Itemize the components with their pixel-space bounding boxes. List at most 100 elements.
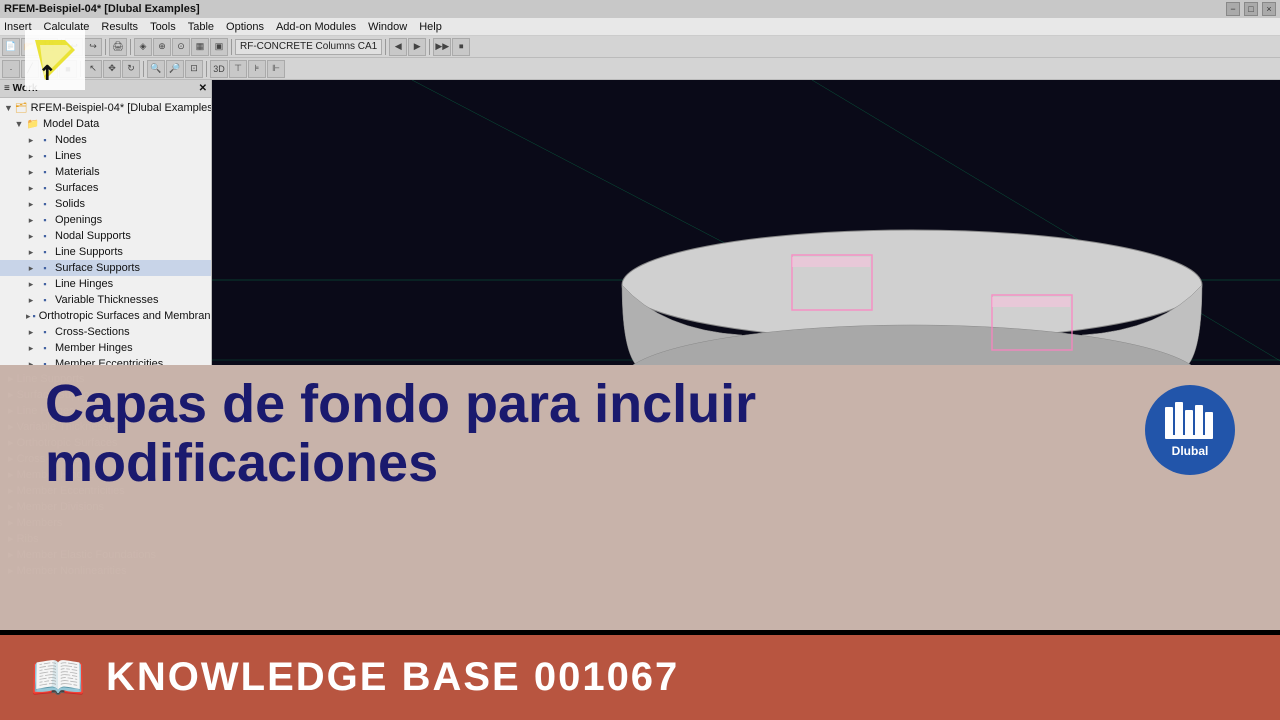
tree-root[interactable]: ▼ 🗂 RFEM-Beispiel-04* [Dlubal Examples] — [0, 100, 211, 116]
tb-btn-e[interactable]: ▣ — [210, 38, 228, 56]
arrow-overlay: ↗ — [25, 30, 85, 90]
tb2-zoom-fit[interactable]: ⊡ — [185, 60, 203, 78]
icon-mem-hinges: ▪ — [38, 341, 52, 355]
tree-solids-label: Solids — [55, 198, 85, 210]
icon-nodal-supports: ▪ — [38, 229, 52, 243]
tb-run[interactable]: ▶▶ — [433, 38, 451, 56]
icon-openings: ▪ — [38, 213, 52, 227]
tree-var-thick-label: Variable Thicknesses — [55, 294, 159, 306]
tree-mem-eccentricities[interactable]: ▸ ▪ Member Eccentricities — [0, 356, 211, 365]
tb-btn-b[interactable]: ⊕ — [153, 38, 171, 56]
bottom-bar: 📖 KNOWLEDGE BASE 001067 — [0, 635, 1280, 720]
tree-nodes-label: Nodes — [55, 134, 87, 146]
tb2-move[interactable]: ✥ — [103, 60, 121, 78]
tb2-view-front[interactable]: ⊧ — [248, 60, 266, 78]
tb-new[interactable]: 📄 — [2, 38, 20, 56]
close-button[interactable]: × — [1262, 2, 1276, 16]
tree-surface-supports[interactable]: ▸ ▪ Surface Supports — [0, 260, 211, 276]
tree-variable-thicknesses[interactable]: ▸ ▪ Variable Thicknesses — [0, 292, 211, 308]
expand-line-supports: ▸ — [26, 247, 36, 257]
tb-btn-a[interactable]: ◈ — [134, 38, 152, 56]
heading-line2: modificaciones — [45, 433, 438, 493]
expand-cross: ▸ — [26, 327, 36, 337]
tree-surfaces[interactable]: ▸ ▪ Surfaces — [0, 180, 211, 196]
expand-nodal-supports: ▸ — [26, 231, 36, 241]
expand-nodes: ▸ — [26, 135, 36, 145]
panel-close-button[interactable]: ✕ — [199, 83, 207, 94]
menu-results[interactable]: Results — [101, 21, 138, 33]
tree-content: ▼ 🗂 RFEM-Beispiel-04* [Dlubal Examples] … — [0, 98, 211, 365]
expand-var-thick: ▸ — [26, 295, 36, 305]
expand-root: ▼ — [4, 103, 13, 113]
menu-tools[interactable]: Tools — [150, 21, 176, 33]
tree-cross-label: Cross-Sections — [55, 326, 130, 338]
tb-sep-4 — [231, 39, 232, 55]
tree-nodes[interactable]: ▸ ▪ Nodes — [0, 132, 211, 148]
tree-line-hinges-label: Line Hinges — [55, 278, 113, 290]
tb-next[interactable]: ▶ — [408, 38, 426, 56]
tb-btn-d[interactable]: ▦ — [191, 38, 209, 56]
tb2-view-top[interactable]: ⊤ — [229, 60, 247, 78]
tb-prev[interactable]: ◀ — [389, 38, 407, 56]
menu-help[interactable]: Help — [419, 21, 442, 33]
minimize-button[interactable]: − — [1226, 2, 1240, 16]
tree-openings[interactable]: ▸ ▪ Openings — [0, 212, 211, 228]
tb-btn-c[interactable]: ⊙ — [172, 38, 190, 56]
tree-nodal-supports[interactable]: ▸ ▪ Nodal Supports — [0, 228, 211, 244]
tb-sep-3 — [130, 39, 131, 55]
tb2-view-side[interactable]: ⊩ — [267, 60, 285, 78]
expand-line-hinges: ▸ — [26, 279, 36, 289]
tree-ortho-surfaces[interactable]: ▸ ▪ Orthotropic Surfaces and Membranes — [0, 308, 211, 324]
tree-line-hinges[interactable]: ▸ ▪ Line Hinges — [0, 276, 211, 292]
tb2-zoom-out[interactable]: 🔎 — [166, 60, 184, 78]
icon-cross: ▪ — [38, 325, 52, 339]
tb-stop[interactable]: ⏹ — [452, 38, 470, 56]
dlubal-logo-icon — [1163, 402, 1218, 442]
tb-print[interactable]: 🖨 — [109, 38, 127, 56]
tree-model-data[interactable]: ▼ 📁 Model Data — [0, 116, 211, 132]
tree-openings-label: Openings — [55, 214, 102, 226]
maximize-button[interactable]: □ — [1244, 2, 1258, 16]
expand-ortho: ▸ — [26, 311, 31, 321]
folder-icon-root: 🗂 — [15, 101, 28, 115]
tree-surfaces-label: Surfaces — [55, 182, 98, 194]
tb2-zoom-in[interactable]: 🔍 — [147, 60, 165, 78]
dlubal-logo-text: Dlubal — [1172, 444, 1209, 458]
active-module-label: RF-CONCRETE Columns CA1 — [235, 39, 382, 55]
tree-materials[interactable]: ▸ ▪ Materials — [0, 164, 211, 180]
book-icon: 📖 — [30, 655, 86, 700]
tree-line-supports[interactable]: ▸ ▪ Line Supports — [0, 244, 211, 260]
tb2-view-3d[interactable]: 3D — [210, 60, 228, 78]
tree-ortho-label: Orthotropic Surfaces and Membranes — [39, 310, 211, 322]
tree-solids[interactable]: ▸ ▪ Solids — [0, 196, 211, 212]
menu-window[interactable]: Window — [368, 21, 407, 33]
viewport[interactable] — [212, 80, 1280, 365]
menu-table[interactable]: Table — [188, 21, 214, 33]
tree-cross-sections[interactable]: ▸ ▪ Cross-Sections — [0, 324, 211, 340]
icon-line-hinges: ▪ — [38, 277, 52, 291]
tree-lines-label: Lines — [55, 150, 81, 162]
tree-lines[interactable]: ▸ ▪ Lines — [0, 148, 211, 164]
overlay-text: Capas de fondo para incluir modificacion… — [45, 375, 795, 494]
tree-mem-ecc-label: Member Eccentricities — [55, 358, 163, 365]
expand-surfaces: ▸ — [26, 183, 36, 193]
menu-bar: Insert Calculate Results Tools Table Opt… — [0, 18, 1280, 36]
icon-surface-supports: ▪ — [38, 261, 52, 275]
tb-sep-6 — [429, 39, 430, 55]
tb2-select[interactable]: ↖ — [84, 60, 102, 78]
expand-lines: ▸ — [26, 151, 36, 161]
arrow-icon: ↗ — [35, 40, 75, 80]
window-controls: − □ × — [1226, 2, 1276, 16]
tb-redo[interactable]: ↪ — [84, 38, 102, 56]
menu-addons[interactable]: Add-on Modules — [276, 21, 356, 33]
icon-mem-ecc: ▪ — [38, 357, 52, 365]
tb2-node[interactable]: · — [2, 60, 20, 78]
expand-model: ▼ — [14, 119, 24, 129]
tb-sep-5 — [385, 39, 386, 55]
icon-var-thick: ▪ — [38, 293, 52, 307]
menu-options[interactable]: Options — [226, 21, 264, 33]
tree-member-hinges[interactable]: ▸ ▪ Member Hinges — [0, 340, 211, 356]
app-window: RFEM-Beispiel-04* [Dlubal Examples] − □ … — [0, 0, 1280, 365]
tb2-rotate[interactable]: ↻ — [122, 60, 140, 78]
expand-surface-supports: ▸ — [26, 263, 36, 273]
